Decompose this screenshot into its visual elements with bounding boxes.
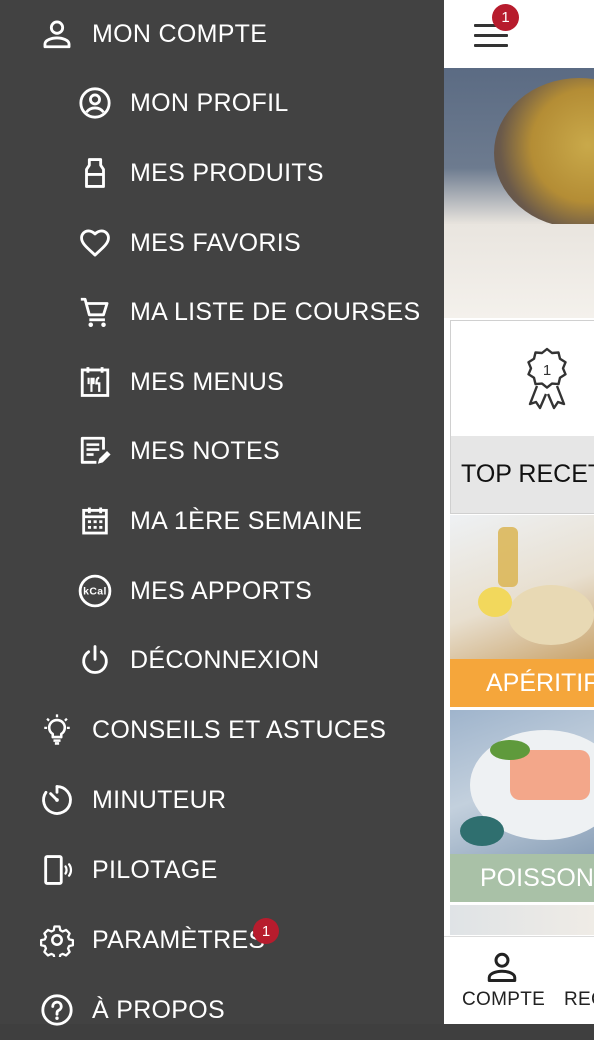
menu-item-parametres[interactable]: PARAMÈTRES	[38, 910, 265, 970]
person-icon	[487, 952, 517, 982]
heart-icon	[76, 224, 114, 262]
menu-item-mes-menus[interactable]: MES MENUS	[76, 352, 284, 412]
notification-badge: 1	[253, 918, 279, 944]
menu-item-label: PILOTAGE	[92, 855, 218, 884]
menu-item-ma-1ere-semaine[interactable]: MA 1ÈRE SEMAINE	[76, 491, 362, 551]
top-recipes-card[interactable]: 1 TOP RECETT	[450, 320, 594, 514]
menu-item-label: DÉCONNEXION	[130, 645, 320, 674]
notes-edit-icon	[76, 432, 114, 470]
phone-remote-icon	[38, 851, 76, 889]
bottom-navigation: COMPTE REC	[444, 936, 594, 1024]
menu-item-mon-compte[interactable]: MON COMPTE	[38, 4, 267, 64]
account-circle-icon	[76, 84, 114, 122]
timer-icon	[38, 781, 76, 819]
menu-item-label: À PROPOS	[92, 995, 225, 1024]
menu-item-a-propos[interactable]: À PROPOS	[38, 980, 225, 1040]
menu-calendar-icon	[76, 363, 114, 401]
top-bar: 1	[444, 0, 594, 68]
bottom-nav-recettes[interactable]: REC	[564, 937, 594, 1024]
menu-item-label: MES APPORTS	[130, 576, 313, 605]
menu-item-minuteur[interactable]: MINUTEUR	[38, 770, 226, 830]
menu-item-mes-favoris[interactable]: MES FAVORIS	[76, 213, 301, 273]
menu-notification-badge: 1	[492, 4, 519, 31]
menu-item-label: MA LISTE DE COURSES	[130, 297, 421, 326]
menu-item-mon-profil[interactable]: MON PROFIL	[76, 73, 289, 133]
menu-item-label: MINUTEUR	[92, 785, 227, 814]
shopping-cart-icon	[76, 293, 114, 331]
gear-icon	[38, 921, 76, 959]
category-card-poissons[interactable]: POISSON	[450, 710, 594, 902]
calendar-icon	[76, 502, 114, 540]
top-recipes-label: TOP RECETT	[451, 436, 594, 513]
hero-image[interactable]	[444, 68, 594, 318]
aperitifs-image	[450, 515, 594, 659]
help-circle-icon	[38, 991, 76, 1029]
poissons-image	[450, 710, 594, 854]
menu-item-mes-notes[interactable]: MES NOTES	[76, 421, 280, 481]
menu-item-mes-apports[interactable]: kCal MES APPORTS	[76, 561, 312, 621]
bottom-nav-label: COMPTE	[462, 989, 546, 1010]
bottom-nav-label: REC	[564, 989, 594, 1010]
menu-item-label: MON COMPTE	[92, 19, 268, 48]
next-category-image	[450, 905, 594, 935]
menu-item-label: CONSEILS ET ASTUCES	[92, 715, 387, 744]
menu-item-label: MES PRODUITS	[130, 158, 324, 187]
menu-item-label: MES MENUS	[130, 367, 285, 396]
medal-number: 1	[543, 362, 551, 379]
menu-item-ma-liste-de-courses[interactable]: MA LISTE DE COURSES	[76, 282, 421, 342]
person-icon	[38, 15, 76, 53]
menu-item-mes-produits[interactable]: MES PRODUITS	[76, 143, 324, 203]
kcal-icon: kCal	[76, 572, 114, 610]
category-card-aperitifs[interactable]: APÉRITIFS	[450, 515, 594, 707]
category-label-aperitifs: APÉRITIFS	[450, 659, 594, 707]
menu-item-deconnexion[interactable]: DÉCONNEXION	[76, 630, 319, 690]
kcal-icon-text: kCal	[83, 587, 107, 598]
appliance-icon	[76, 154, 114, 192]
menu-item-label: PARAMÈTRES	[92, 925, 266, 954]
app-content: 1 1 TOP RECETT APÉRITIFS POISSON	[444, 0, 594, 1024]
menu-item-conseils-et-astuces[interactable]: CONSEILS ET ASTUCES	[38, 700, 386, 760]
menu-item-label: MES FAVORIS	[130, 228, 301, 257]
power-icon	[76, 641, 114, 679]
category-label-poissons: POISSON	[450, 854, 594, 902]
menu-item-label: MA 1ÈRE SEMAINE	[130, 506, 363, 535]
award-medal-icon: 1	[527, 347, 567, 410]
menu-item-label: MES NOTES	[130, 436, 280, 465]
lightbulb-icon	[38, 711, 76, 749]
navigation-drawer: MON COMPTE MON PROFIL MES PRODUITS MES F…	[0, 0, 444, 1026]
menu-item-label: MON PROFIL	[130, 88, 289, 117]
menu-item-pilotage[interactable]: PILOTAGE	[38, 840, 218, 900]
category-card-next[interactable]	[450, 905, 594, 935]
bottom-nav-compte[interactable]: COMPTE	[462, 937, 546, 1024]
